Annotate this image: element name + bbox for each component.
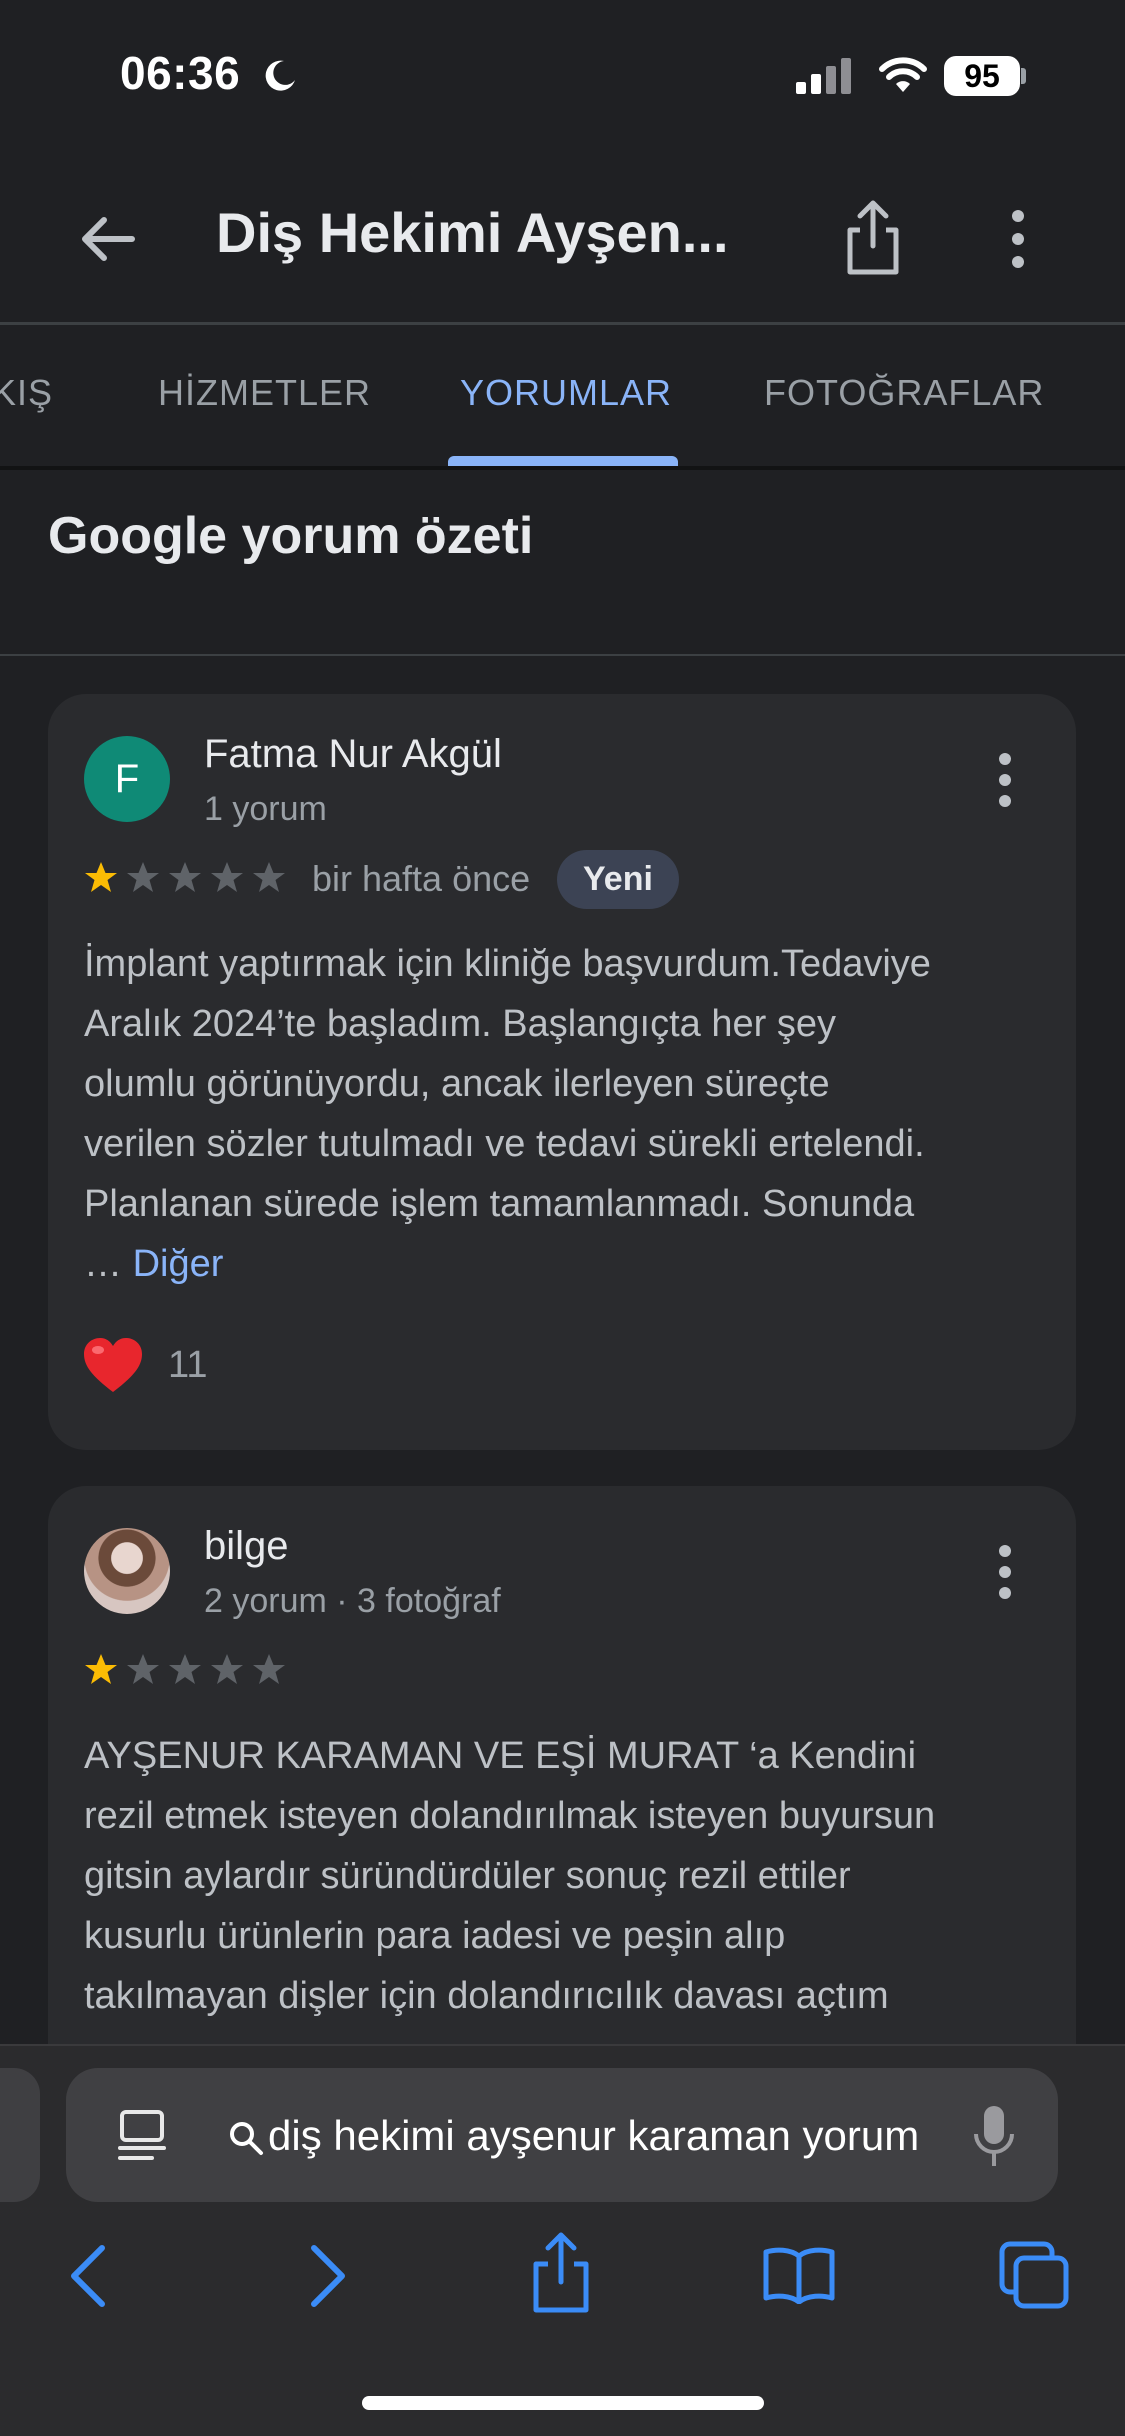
- tab-overview[interactable]: KIŞ: [0, 372, 53, 414]
- tab-reviews[interactable]: YORUMLAR: [460, 372, 672, 414]
- review-line: rezil etmek isteyen dolandırılmak isteye…: [84, 1795, 936, 1837]
- avatar[interactable]: [84, 1528, 170, 1614]
- reviewer-name[interactable]: bilge: [204, 1524, 289, 1569]
- tabs-icon[interactable]: [998, 2240, 1070, 2310]
- page-menu-icon[interactable]: [116, 2108, 168, 2164]
- star-icon: [169, 1654, 201, 1684]
- back-arrow-icon[interactable]: [74, 206, 140, 272]
- read-more-link[interactable]: Diğer: [133, 1243, 224, 1285]
- review-line: kusurlu ürünlerin para iadesi ve peşin a…: [84, 1915, 786, 1957]
- review-line: AYŞENUR KARAMAN VE EŞİ MURAT ‘a Kendini: [84, 1735, 917, 1777]
- review-line: İmplant yaptırmak için kliniğe başvurdum…: [84, 943, 931, 985]
- ellipsis: …: [84, 1243, 122, 1285]
- address-text[interactable]: diş hekimi ayşenur karaman yorum: [268, 2112, 928, 2160]
- divider: [0, 654, 1125, 656]
- wifi-icon: [879, 57, 927, 92]
- review-date: bir hafta önce: [312, 858, 531, 899]
- star-icon: [253, 1654, 285, 1684]
- home-indicator: [362, 2396, 764, 2410]
- battery-tip: [1021, 68, 1026, 84]
- reviewer-meta: 2 yorum · 3 fotoğraf: [204, 1582, 501, 1620]
- review-more-icon[interactable]: [995, 1544, 1015, 1600]
- tabs-divider: [0, 466, 1125, 470]
- microphone-icon[interactable]: [972, 2104, 1016, 2170]
- cellular-signal-icon: [796, 58, 851, 94]
- star-icon: [211, 1654, 243, 1684]
- status-time: 06:36: [120, 47, 241, 99]
- review-line: gitsin aylardır süründürdüler sonuç rezi…: [84, 1855, 851, 1897]
- star-rating: [85, 862, 285, 892]
- tab-services[interactable]: HİZMETLER: [158, 372, 371, 414]
- browser-back-icon[interactable]: [64, 2240, 112, 2312]
- star-icon: [127, 1654, 159, 1684]
- new-badge: Yeni: [557, 850, 679, 909]
- avatar[interactable]: F: [84, 736, 170, 822]
- review-text[interactable]: AYŞENUR KARAMAN VE EŞİ MURAT ‘a Kendini …: [84, 1726, 1064, 2026]
- review-line: takılmayan dişler için dolandırıcılık da…: [84, 1975, 889, 2017]
- review-text[interactable]: İmplant yaptırmak için kliniğe başvurdum…: [84, 934, 1064, 1294]
- review-line: Aralık 2024’te başladım. Başlangıçta her…: [84, 1003, 836, 1045]
- share-icon[interactable]: [840, 198, 906, 278]
- star-icon: [127, 862, 159, 892]
- more-options-icon[interactable]: [1000, 206, 1036, 272]
- like-count: 11: [168, 1344, 208, 1386]
- star-rating: [85, 1654, 285, 1684]
- star-icon: [211, 862, 243, 892]
- reviewer-name[interactable]: Fatma Nur Akgül: [204, 732, 502, 777]
- star-icon: [253, 862, 285, 892]
- search-icon: [230, 2122, 263, 2155]
- divider: [0, 322, 1125, 325]
- section-title: Google yorum özeti: [48, 507, 534, 565]
- heart-icon[interactable]: [82, 1336, 144, 1394]
- reviewer-meta: 1 yorum: [204, 790, 327, 828]
- browser-share-icon[interactable]: [528, 2230, 594, 2314]
- toolbar-divider: [0, 2044, 1125, 2046]
- review-line: olumlu görünüyordu, ancak ilerleyen süre…: [84, 1063, 830, 1105]
- battery-indicator: 95: [944, 56, 1020, 96]
- review-more-icon[interactable]: [995, 752, 1015, 808]
- browser-forward-icon[interactable]: [304, 2240, 352, 2312]
- previous-tab-pill[interactable]: [0, 2068, 40, 2202]
- star-icon: [169, 862, 201, 892]
- moon-icon: [265, 60, 295, 91]
- review-line: verilen sözler tutulmadı ve tedavi sürek…: [84, 1123, 925, 1165]
- tab-photos[interactable]: FOTOĞRAFLAR: [764, 372, 1044, 414]
- star-icon: [85, 1654, 117, 1684]
- review-line: Planlanan sürede işlem tamamlanmadı. Son…: [84, 1183, 915, 1225]
- star-icon: [85, 862, 117, 892]
- page-title: Diş Hekimi Ayşen...: [216, 201, 729, 264]
- bookmarks-icon[interactable]: [762, 2246, 836, 2304]
